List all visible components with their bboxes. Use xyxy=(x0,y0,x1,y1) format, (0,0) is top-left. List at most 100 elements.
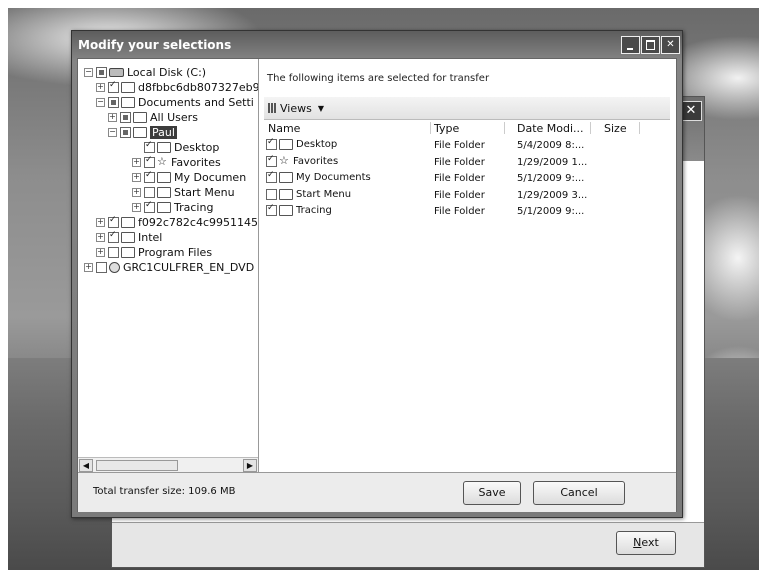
folder-icon xyxy=(279,139,293,150)
list-item[interactable]: My Documents File Folder 5/1/2009 9:... xyxy=(264,170,670,187)
list-item-checkbox[interactable] xyxy=(266,188,277,200)
list-item-name-cell: Tracing xyxy=(266,203,332,216)
tree-item[interactable]: + GRC1CULFRER_EN_DVD xyxy=(84,259,254,275)
tree-item[interactable]: − Local Disk (C:) xyxy=(84,64,206,80)
expand-icon[interactable]: + xyxy=(132,187,141,197)
folder-icon xyxy=(157,171,171,183)
scrollbar-thumb[interactable] xyxy=(96,460,178,471)
collapse-icon[interactable]: − xyxy=(96,97,105,107)
collapse-icon[interactable]: − xyxy=(108,127,117,137)
list-item[interactable]: Tracing File Folder 5/1/2009 9:... xyxy=(264,203,670,220)
column-divider[interactable] xyxy=(590,122,591,134)
list-item-date: 5/1/2009 9:... xyxy=(517,173,585,184)
list-item-name-cell: Desktop xyxy=(266,137,338,150)
close-button[interactable]: ✕ xyxy=(661,36,680,54)
tree-item[interactable]: + Tracing xyxy=(132,199,213,215)
tree-item-checkbox[interactable] xyxy=(108,215,119,228)
folder-icon xyxy=(121,96,135,108)
column-header-name[interactable]: Name xyxy=(268,122,300,136)
column-header-date[interactable]: Date Modi... xyxy=(517,122,584,136)
list-item[interactable]: ☆ Favorites File Folder 1/29/2009 1... xyxy=(264,154,670,171)
tree-item-checkbox[interactable] xyxy=(144,186,155,198)
tree-item-checkbox[interactable] xyxy=(108,96,119,108)
column-divider[interactable] xyxy=(504,122,505,134)
expand-icon[interactable]: + xyxy=(132,202,141,212)
expand-icon[interactable]: + xyxy=(132,157,141,167)
tree-item-checkbox[interactable] xyxy=(96,66,107,78)
expand-icon[interactable]: + xyxy=(96,82,105,92)
tree-item-checkbox[interactable] xyxy=(144,140,155,153)
dialog-footer: Total transfer size: 109.6 MB Save Cance… xyxy=(78,472,676,512)
expand-icon[interactable]: + xyxy=(108,112,117,122)
list-item-checkbox[interactable] xyxy=(266,154,277,167)
list-item-name: Desktop xyxy=(296,139,338,150)
scroll-left-icon[interactable]: ◀ xyxy=(79,459,93,472)
dialog-title: Modify your selections xyxy=(78,38,232,52)
tree-horizontal-scrollbar[interactable]: ◀ ▶ xyxy=(78,457,258,472)
cancel-button[interactable]: Cancel xyxy=(533,481,625,505)
folder-icon xyxy=(121,246,135,258)
column-headers: Name Type Date Modi... Size xyxy=(264,120,670,136)
tree-item[interactable]: + Program Files xyxy=(96,244,212,260)
tree-item[interactable]: + f092c782c4c9951145 xyxy=(96,214,258,230)
tree-item[interactable]: Desktop xyxy=(144,139,219,155)
wizard-close-button[interactable]: ✕ xyxy=(680,101,702,121)
tree-item[interactable]: + d8fbbc6db807327eb9 xyxy=(96,79,258,95)
list-item-name: My Documents xyxy=(296,172,371,183)
tree-item-checkbox[interactable] xyxy=(108,246,119,258)
tree-item[interactable]: + My Documen xyxy=(132,169,246,185)
list-item-checkbox[interactable] xyxy=(266,203,277,216)
list-item-checkbox[interactable] xyxy=(266,137,277,150)
list-item-date: 5/1/2009 9:... xyxy=(517,206,585,217)
column-divider[interactable] xyxy=(430,122,431,134)
list-item[interactable]: Desktop File Folder 5/4/2009 8:... xyxy=(264,137,670,154)
tree-item-checkbox[interactable] xyxy=(108,230,119,243)
tree-item-checkbox[interactable] xyxy=(96,261,107,273)
tree-item[interactable]: − Documents and Setti xyxy=(96,94,254,110)
next-button[interactable]: Next xyxy=(616,531,676,555)
collapse-icon[interactable]: − xyxy=(84,67,93,77)
folder-icon xyxy=(121,81,135,93)
folder-icon xyxy=(279,205,293,216)
list-item-name-cell: Start Menu xyxy=(266,188,352,200)
expand-icon[interactable]: + xyxy=(96,217,105,227)
tree-item[interactable]: + ☆ Favorites xyxy=(132,154,221,170)
tree-item-checkbox[interactable] xyxy=(120,126,131,138)
selection-list-pane: The following items are selected for tra… xyxy=(259,59,676,472)
tree-item[interactable]: − Paul xyxy=(108,124,177,140)
tree-item-checkbox[interactable] xyxy=(144,170,155,183)
column-header-size[interactable]: Size xyxy=(604,122,627,136)
folder-icon xyxy=(157,141,171,153)
tree-item[interactable]: + Intel xyxy=(96,229,162,245)
tree-item[interactable]: + All Users xyxy=(108,109,198,125)
expand-icon[interactable]: + xyxy=(96,247,105,257)
scroll-right-icon[interactable]: ▶ xyxy=(243,459,257,472)
maximize-button[interactable] xyxy=(641,36,660,54)
folder-icon xyxy=(157,186,171,198)
views-button[interactable]: Views ▼ xyxy=(268,100,324,116)
tree-item-label: Local Disk (C:) xyxy=(127,65,207,79)
list-item-type: File Folder xyxy=(434,173,485,184)
list-header-text: The following items are selected for tra… xyxy=(267,73,490,84)
tree-item-label: Documents and Setti xyxy=(138,95,254,109)
expand-icon[interactable]: + xyxy=(132,172,141,182)
expand-icon[interactable]: + xyxy=(96,232,105,242)
folder-icon xyxy=(279,172,293,183)
tree-item-checkbox[interactable] xyxy=(108,80,119,93)
expand-icon[interactable]: + xyxy=(84,262,93,272)
list-item-checkbox[interactable] xyxy=(266,170,277,183)
minimize-button[interactable] xyxy=(621,36,640,54)
list-item[interactable]: Start Menu File Folder 1/29/2009 3... xyxy=(264,188,670,204)
desktop-background: ✕ Next Modify your selections ✕ − Local D… xyxy=(8,8,759,570)
tree-item-checkbox[interactable] xyxy=(120,111,131,123)
list-item-date: 5/4/2009 8:... xyxy=(517,140,585,151)
list-toolbar: Views ▼ xyxy=(264,97,670,120)
tree-item-checkbox[interactable] xyxy=(144,200,155,213)
column-header-type[interactable]: Type xyxy=(434,122,459,136)
save-button[interactable]: Save xyxy=(463,481,521,505)
list-item-name: Start Menu xyxy=(296,188,352,200)
tree-item-label: My Documen xyxy=(174,170,247,184)
tree-item[interactable]: + Start Menu xyxy=(132,184,235,200)
column-divider[interactable] xyxy=(639,122,640,134)
tree-item-checkbox[interactable] xyxy=(144,155,155,168)
